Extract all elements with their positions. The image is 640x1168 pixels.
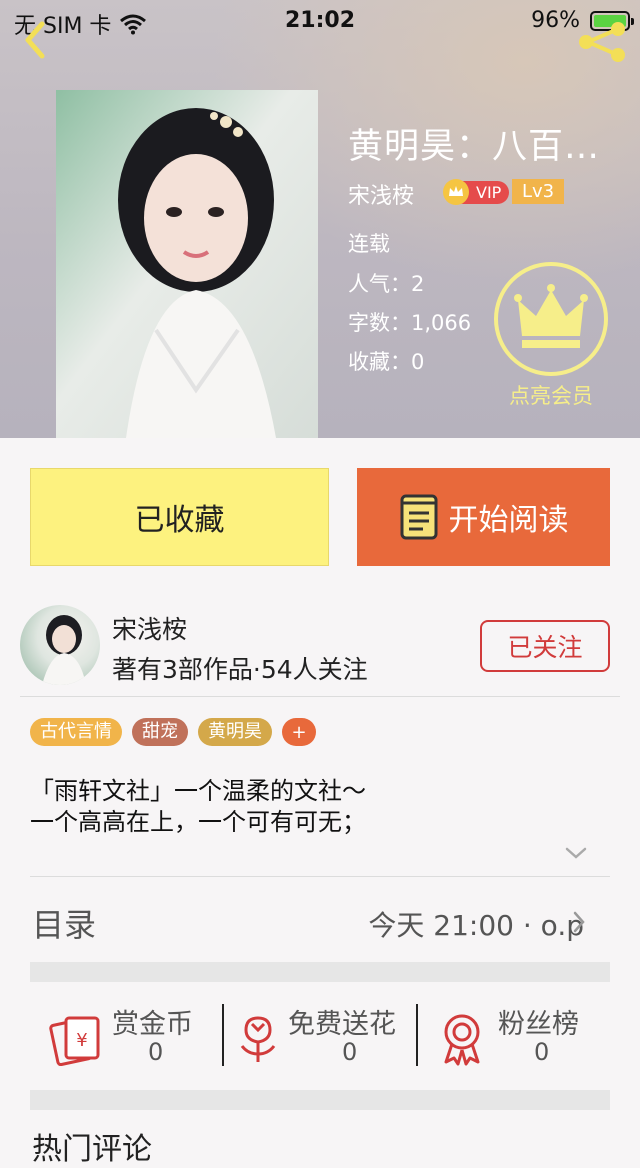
status-bar: 无 SIM 卡 21:02 96%: [0, 0, 640, 40]
book-popularity: 人气：2: [348, 272, 425, 296]
add-tag-button[interactable]: +: [282, 718, 316, 746]
avatar-image: [42, 615, 86, 685]
book-title: 黄明昊：八百年的温柔: [348, 127, 618, 167]
book-author[interactable]: 宋浅桉: [348, 178, 414, 210]
follow-button[interactable]: 已关注: [480, 620, 610, 672]
battery-percent: 96%: [531, 8, 580, 33]
chevron-down-icon[interactable]: [564, 846, 588, 860]
tag[interactable]: 黄明昊: [198, 718, 272, 746]
reward-actions: ¥ 赏金币 0 免费送花 0 粉丝榜 0: [0, 1000, 640, 1072]
follow-label: 已关注: [507, 633, 583, 662]
divider: [222, 1004, 224, 1066]
send-flower-count: 0: [342, 1038, 358, 1066]
hot-comments-heading: 热门评论: [32, 1132, 152, 1167]
crown-icon: [494, 262, 608, 376]
cover-illustration: [56, 90, 318, 438]
description-line: 「雨轩文社」一个温柔的文社～: [30, 777, 366, 805]
flower-icon: [240, 1016, 276, 1062]
description-line: 一个高高在上，一个可有可无；: [30, 808, 366, 836]
red-envelope-icon: ¥: [49, 1016, 100, 1066]
send-flower-label: 免费送花: [288, 1009, 396, 1040]
fans-ranking-count: 0: [534, 1038, 550, 1066]
start-reading-button[interactable]: 开始阅读: [357, 468, 610, 566]
send-flower-button[interactable]: 免费送花 0: [228, 1000, 414, 1072]
avatar[interactable]: [20, 605, 100, 685]
author-stats: 著有3部作品·54人关注: [112, 655, 368, 684]
table-of-contents-row[interactable]: 目录 今天 21:00 · o.p: [0, 878, 640, 962]
book-cover[interactable]: [56, 90, 318, 438]
toc-label: 目录: [32, 906, 97, 944]
fans-ranking-label: 粉丝榜: [498, 1009, 579, 1040]
book-favorites: 收藏：0: [348, 350, 425, 374]
divider: [416, 1004, 418, 1066]
author-row: 宋浅桉 著有3部作品·54人关注 已关注: [0, 600, 640, 696]
back-chevron-icon[interactable]: [18, 18, 58, 62]
chevron-right-icon: [573, 911, 585, 933]
tag[interactable]: 甜宠: [132, 718, 188, 746]
section-separator: [30, 962, 610, 982]
book-status: 连载: [348, 232, 390, 256]
author-name[interactable]: 宋浅桉: [112, 610, 187, 646]
vip-crown-icon: [443, 179, 469, 205]
reward-coin-count: 0: [148, 1038, 164, 1066]
start-reading-label: 开始阅读: [448, 503, 569, 538]
divider: [20, 696, 620, 697]
book-description: 「雨轩文社」一个温柔的文社～ 一个高高在上，一个可有可无；: [30, 776, 366, 838]
section-separator: [30, 1090, 610, 1110]
favorited-button[interactable]: 已收藏: [30, 468, 329, 566]
book-header: 无 SIM 卡 21:02 96% 黄明昊：八百年 宋浅桉 VIP Lv3 连载…: [0, 0, 640, 438]
latest-chapter: 今天 21:00 · o.p: [368, 909, 584, 942]
tag[interactable]: 古代言情: [30, 718, 122, 746]
divider: [30, 876, 610, 877]
vip-badge: VIP: [442, 178, 510, 206]
level-badge: Lv3: [512, 179, 565, 204]
favorited-label: 已收藏: [134, 503, 225, 538]
medal-icon: [444, 1014, 480, 1066]
reward-coin-button[interactable]: ¥ 赏金币 0: [44, 1000, 214, 1072]
share-icon[interactable]: [574, 20, 630, 64]
book-word-count: 字数：1,066: [348, 311, 472, 335]
member-badge[interactable]: 点亮会员: [492, 260, 610, 410]
member-label: 点亮会员: [509, 384, 593, 408]
reward-coin-label: 赏金币: [112, 1009, 193, 1040]
book-icon: [400, 494, 437, 540]
tag-list: 古代言情 甜宠 黄明昊 +: [30, 718, 316, 746]
svg-text:¥: ¥: [76, 1030, 87, 1051]
fans-ranking-button[interactable]: 粉丝榜 0: [422, 1000, 602, 1072]
